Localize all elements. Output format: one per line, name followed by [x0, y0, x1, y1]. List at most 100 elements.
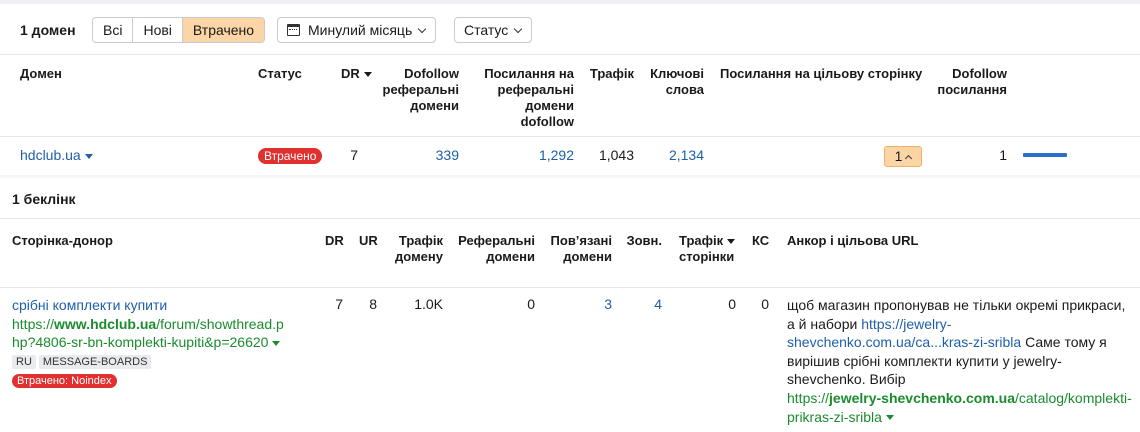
col-header-keywords[interactable]: Ключові слова: [640, 66, 704, 98]
sort-desc-icon: [727, 239, 736, 245]
domain-status: Втрачено: [258, 147, 323, 164]
header-line: посилання: [937, 82, 1007, 97]
domain-count-label: 1 домен: [20, 22, 76, 38]
anchor-cell: щоб магазин пропонував не тільки окремі …: [787, 296, 1132, 426]
col-header-dr-label: DR: [341, 66, 360, 81]
header-line: Dofollow: [952, 66, 1007, 81]
header-line: домени: [563, 249, 612, 264]
segment-lost-button[interactable]: Втрачено: [182, 18, 265, 42]
header-line: домену: [395, 249, 443, 264]
donor-url[interactable]: https://www.hdclub.ua/forum/showthread.p…: [12, 315, 312, 352]
backlink-linked-domains[interactable]: 3: [560, 296, 612, 312]
col-header-anchor-target[interactable]: Анкор і цільова URL: [787, 233, 918, 249]
header-divider: [0, 136, 1140, 137]
header-line: сторінки: [679, 249, 735, 264]
header-line: домени: [525, 98, 574, 113]
domain-dofollow-links: 1: [999, 147, 1007, 163]
col-header-referring-domains[interactable]: Реферальні домени: [450, 233, 535, 265]
backlink-referring-domains: 0: [527, 296, 535, 312]
col-header-traffic[interactable]: Трафік: [584, 66, 634, 82]
domain-traffic: 1,043: [598, 147, 634, 163]
header-line: домени: [486, 249, 535, 264]
col-header-dr[interactable]: DR: [341, 66, 372, 82]
caret-down-icon: [84, 153, 93, 159]
links-to-target-count: 1: [894, 148, 903, 164]
header-line: Трафік: [398, 233, 443, 248]
col-header-links-to-target[interactable]: Посилання на цільову сторінку: [720, 66, 922, 82]
lost-noindex-badge: Втрачено: Noindex: [12, 373, 117, 388]
url-domain: jewelry-shevchenko.com.ua: [829, 389, 1015, 406]
segment-all-button[interactable]: Всі: [93, 18, 134, 42]
panel-shadow: [0, 175, 1140, 178]
domain-dr: 7: [350, 147, 358, 163]
caret-down-icon: [885, 415, 894, 421]
anchor-text: щоб магазин пропонував не тільки окремі …: [787, 296, 1132, 389]
header-line: Ключові: [650, 66, 704, 81]
platform-tag: MESSAGE-BOARDS: [38, 354, 152, 369]
backlinks-header-divider: [0, 287, 1140, 288]
url-prefix: https://: [787, 389, 830, 406]
chevron-up-icon: [905, 154, 913, 163]
donor-url-line: hp?4806-sr-bn-komplekti-kupiti&p=26620: [12, 333, 312, 352]
status-dropdown[interactable]: Статус: [454, 17, 533, 43]
chevron-down-icon: [419, 27, 426, 34]
backlink-domain-traffic: 1.0K: [414, 296, 443, 312]
donor-tags: RU MESSAGE-BOARDS: [12, 353, 312, 369]
status-segmented-control: Всі Нові Втрачено: [92, 17, 266, 43]
donor-url-line: https://www.hdclub.ua/forum/showthread.p: [12, 315, 312, 334]
url-prefix: https://: [12, 315, 55, 332]
url-domain: www.hdclub.ua: [54, 315, 157, 332]
header-line: Dofollow: [404, 66, 459, 81]
donor-page-cell: срібні комплекти купити https://www.hdcl…: [12, 296, 312, 388]
col-header-bl-ur[interactable]: UR: [359, 233, 378, 249]
header-line: Трафік: [679, 233, 749, 249]
lost-reason: Втрачено: Noindex: [12, 372, 312, 388]
col-header-kc[interactable]: КС: [752, 233, 769, 249]
domain-link[interactable]: hdclub.ua: [20, 147, 93, 163]
col-header-domain-traffic[interactable]: Трафік домену: [385, 233, 443, 265]
backlink-dr: 7: [335, 296, 343, 312]
donor-page-title[interactable]: срібні комплекти купити: [12, 296, 312, 315]
backlinks-divider: [0, 218, 1140, 219]
col-header-domain[interactable]: Домен: [20, 66, 62, 82]
header-line: Посилання на: [484, 66, 574, 81]
status-badge: Втрачено: [258, 148, 323, 164]
header-line: домени: [410, 98, 459, 113]
header-line: Реферальні: [458, 233, 535, 248]
header-line: реферальні: [382, 82, 460, 97]
url-path: /catalog/komple: [1015, 389, 1114, 406]
caret-down-icon: [272, 340, 281, 346]
col-header-dofollow-links[interactable]: Dofollow посилання: [930, 66, 1007, 98]
col-header-dofollow-ref-domains[interactable]: Dofollow реферальні домени: [370, 66, 460, 114]
col-header-linked-domains[interactable]: Пов’язані домени: [545, 233, 612, 265]
period-dropdown[interactable]: Минулий місяць: [277, 17, 437, 43]
domain-name: hdclub.ua: [20, 147, 81, 163]
domain-dofollow-ref-domains[interactable]: 339: [400, 147, 459, 163]
col-header-bl-dr[interactable]: DR: [325, 233, 344, 249]
dofollow-links-bar: [1023, 153, 1067, 157]
col-header-page-traffic[interactable]: Трафік сторінки: [679, 233, 749, 265]
backlinks-title: 1 беклінк: [12, 191, 76, 207]
target-url[interactable]: https://jewelry-shevchenko.com.ua/catalo…: [787, 389, 1132, 426]
col-header-donor-page[interactable]: Сторінка-донор: [12, 233, 113, 249]
header-line-text: Трафік: [679, 233, 724, 248]
segment-new-button[interactable]: Нові: [133, 18, 183, 42]
backlink-ur: 8: [369, 296, 377, 312]
col-header-status[interactable]: Статус: [258, 66, 302, 82]
domain-links-to-ref-domains[interactable]: 1,292: [500, 147, 574, 163]
chevron-down-icon: [515, 27, 522, 34]
calendar-icon: [287, 24, 300, 36]
backlink-external[interactable]: 4: [620, 296, 662, 312]
period-dropdown-label: Минулий місяць: [308, 22, 413, 38]
col-header-external[interactable]: Зовн.: [620, 233, 662, 249]
header-line: Пов’язані: [550, 233, 612, 248]
col-header-links-to-ref-domains[interactable]: Посилання на реферальні домени dofollow: [470, 66, 574, 130]
links-to-target-toggle[interactable]: 1: [884, 146, 922, 167]
header-line: реферальні: [497, 82, 575, 97]
url-path: hp?4806-sr-bn-komplekti-kupiti&p=26620: [12, 334, 269, 351]
url-path: /forum/showthread.p: [156, 315, 284, 332]
backlink-kc: 0: [761, 296, 769, 312]
status-dropdown-label: Статус: [464, 22, 509, 38]
header-line: слова: [665, 82, 704, 97]
domain-keywords[interactable]: 2,134: [640, 147, 704, 163]
